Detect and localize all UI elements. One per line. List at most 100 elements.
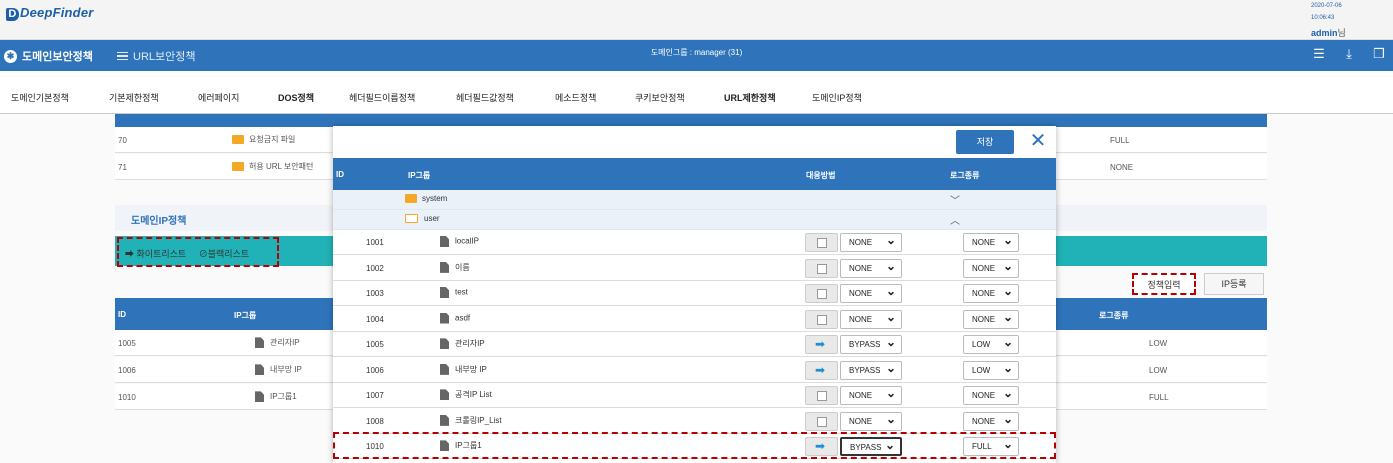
chevron-down-icon[interactable]: ﹀ <box>950 192 960 207</box>
checkbox-icon <box>817 416 827 427</box>
ip-register-button[interactable]: IP등록 <box>1204 273 1264 295</box>
group-name-text: user <box>424 214 440 223</box>
table-row[interactable]: 1007 공격IP List NONE NONE <box>333 383 1056 408</box>
action-select[interactable]: NONE <box>840 386 902 405</box>
folder-icon <box>405 194 417 204</box>
nav-icons: ☰ ⤓ ❐ <box>1311 46 1387 62</box>
row-id: 1003 <box>366 289 384 298</box>
submenu-item[interactable]: 헤더필드값정책 <box>456 91 514 104</box>
folder-icon <box>232 162 244 172</box>
arrow-right-icon: ➡ <box>815 337 826 351</box>
bypass-toggle[interactable]: ➡ <box>805 335 838 354</box>
checkbox-icon <box>817 238 827 248</box>
blacklist-tab[interactable]: ⊘블랙리스트 <box>199 249 249 259</box>
table-row[interactable]: 1002 이름 NONE NONE <box>333 256 1056 281</box>
highlight-frame <box>333 432 1056 459</box>
row-name-text: 공격IP List <box>455 390 492 399</box>
action-toggle[interactable] <box>805 284 838 303</box>
row-name-text: 관리자IP <box>270 338 300 347</box>
submenu-item[interactable]: 기본제한정책 <box>109 91 159 104</box>
log-select[interactable]: NONE <box>963 386 1019 405</box>
close-icon[interactable]: ✕ <box>1029 131 1047 151</box>
file-icon <box>440 261 449 273</box>
folder-open-icon <box>405 214 418 224</box>
row-log: FULL <box>1110 136 1130 145</box>
action-toggle[interactable] <box>805 309 838 329</box>
logo[interactable]: D DeepFinder <box>6 5 94 21</box>
log-select[interactable]: NONE <box>963 309 1019 329</box>
table-row[interactable]: 1008 크롤링IP_List NONE NONE <box>333 409 1056 434</box>
table-row[interactable]: 1003 test NONE NONE <box>333 281 1056 306</box>
col-log: 로그종류 <box>1099 311 1129 320</box>
whitelist-tab[interactable]: ➡ 화이트리스트 <box>125 249 186 259</box>
row-name-text: 내부망 IP <box>270 365 302 374</box>
row-name: localIP <box>440 236 479 247</box>
table-row[interactable]: 1001 localIP NONE NONE <box>333 230 1056 255</box>
row-log: LOW <box>1149 339 1168 348</box>
submenu-item[interactable]: URL제한정책 <box>724 91 776 104</box>
submenu-item[interactable]: 메소드정책 <box>555 91 596 104</box>
file-icon <box>440 236 449 247</box>
file-icon <box>440 338 449 350</box>
logo-mark: D <box>6 8 19 21</box>
row-id: 1007 <box>366 391 384 400</box>
log-select[interactable]: LOW <box>963 360 1019 380</box>
user-name[interactable]: admin님 <box>1311 26 1346 39</box>
action-toggle[interactable] <box>805 411 838 431</box>
submenu-item[interactable]: DOS정책 <box>278 91 314 104</box>
row-name: IP그룹1 <box>255 391 297 403</box>
action-select[interactable]: BYPASS <box>840 360 902 380</box>
action-select[interactable]: NONE <box>840 309 902 329</box>
submenu-item[interactable]: 쿠키보안정책 <box>635 91 685 104</box>
checkbox-icon <box>817 314 827 325</box>
nav-bar: ✱ 도메인보안정책 URL보안정책 도메인그룹 : manager (31) ☰ … <box>0 40 1393 71</box>
row-id: 70 <box>118 136 127 145</box>
top-header: D DeepFinder 2020-07-06 10:06:43 admin님 <box>0 0 1393 40</box>
group-row-system[interactable]: system ﹀ <box>333 190 1056 210</box>
file-icon <box>255 364 264 376</box>
save-button[interactable]: 저장 <box>956 130 1014 154</box>
log-select[interactable]: NONE <box>963 411 1019 431</box>
list-icon[interactable]: ☰ <box>1311 46 1327 62</box>
action-toggle[interactable] <box>805 386 838 405</box>
row-id: 71 <box>118 163 127 172</box>
row-id: 1005 <box>118 339 136 348</box>
row-name: test <box>440 287 468 298</box>
date-text: 2020-07-06 <box>1311 3 1342 9</box>
log-select[interactable]: NONE <box>963 284 1019 303</box>
action-select[interactable]: BYPASS <box>840 335 902 354</box>
action-select[interactable]: NONE <box>840 411 902 431</box>
table-row[interactable]: 1004 asdf NONE NONE <box>333 307 1056 332</box>
row-name-text: 관리자IP <box>455 339 485 348</box>
submenu-item[interactable]: 헤더필드이름정책 <box>349 91 415 104</box>
submenu-item[interactable]: 도메인IP정책 <box>812 91 862 104</box>
log-select[interactable]: NONE <box>963 258 1019 278</box>
copy-icon[interactable]: ❐ <box>1371 46 1387 62</box>
log-select[interactable]: LOW <box>963 335 1019 354</box>
table-row[interactable]: 1006 내부망 IP ➡ BYPASS LOW <box>333 358 1056 383</box>
row-name: 허용 URL 보안패턴 <box>232 161 313 172</box>
policy-input-button[interactable]: 정책입력 <box>1132 273 1196 295</box>
whitelist-label: 화이트리스트 <box>136 249 187 259</box>
action-select[interactable]: NONE <box>840 258 902 278</box>
row-log: NONE <box>1110 163 1134 172</box>
action-select[interactable]: NONE <box>840 284 902 303</box>
row-name-text: 요청금지 파일 <box>249 135 296 144</box>
col-group: IP그룹 <box>234 311 257 320</box>
submenu-item[interactable]: 에러페이지 <box>198 91 239 104</box>
group-name-text: system <box>422 194 448 203</box>
action-toggle[interactable] <box>805 258 838 278</box>
group-row-user[interactable]: user ︿ <box>333 210 1056 230</box>
chevron-up-icon[interactable]: ︿ <box>950 212 960 227</box>
log-select[interactable]: NONE <box>963 233 1019 252</box>
col-id: ID <box>118 310 126 319</box>
bypass-toggle[interactable]: ➡ <box>805 360 838 380</box>
logo-text: DeepFinder <box>20 5 94 20</box>
action-toggle[interactable] <box>805 233 838 252</box>
file-icon <box>440 287 449 298</box>
submenu-item[interactable]: 도메인기본정책 <box>11 91 69 104</box>
checkbox-icon <box>817 263 827 274</box>
download-icon[interactable]: ⤓ <box>1341 46 1357 62</box>
table-row[interactable]: 1005 관리자IP ➡ BYPASS LOW <box>333 332 1056 357</box>
action-select[interactable]: NONE <box>840 233 902 252</box>
